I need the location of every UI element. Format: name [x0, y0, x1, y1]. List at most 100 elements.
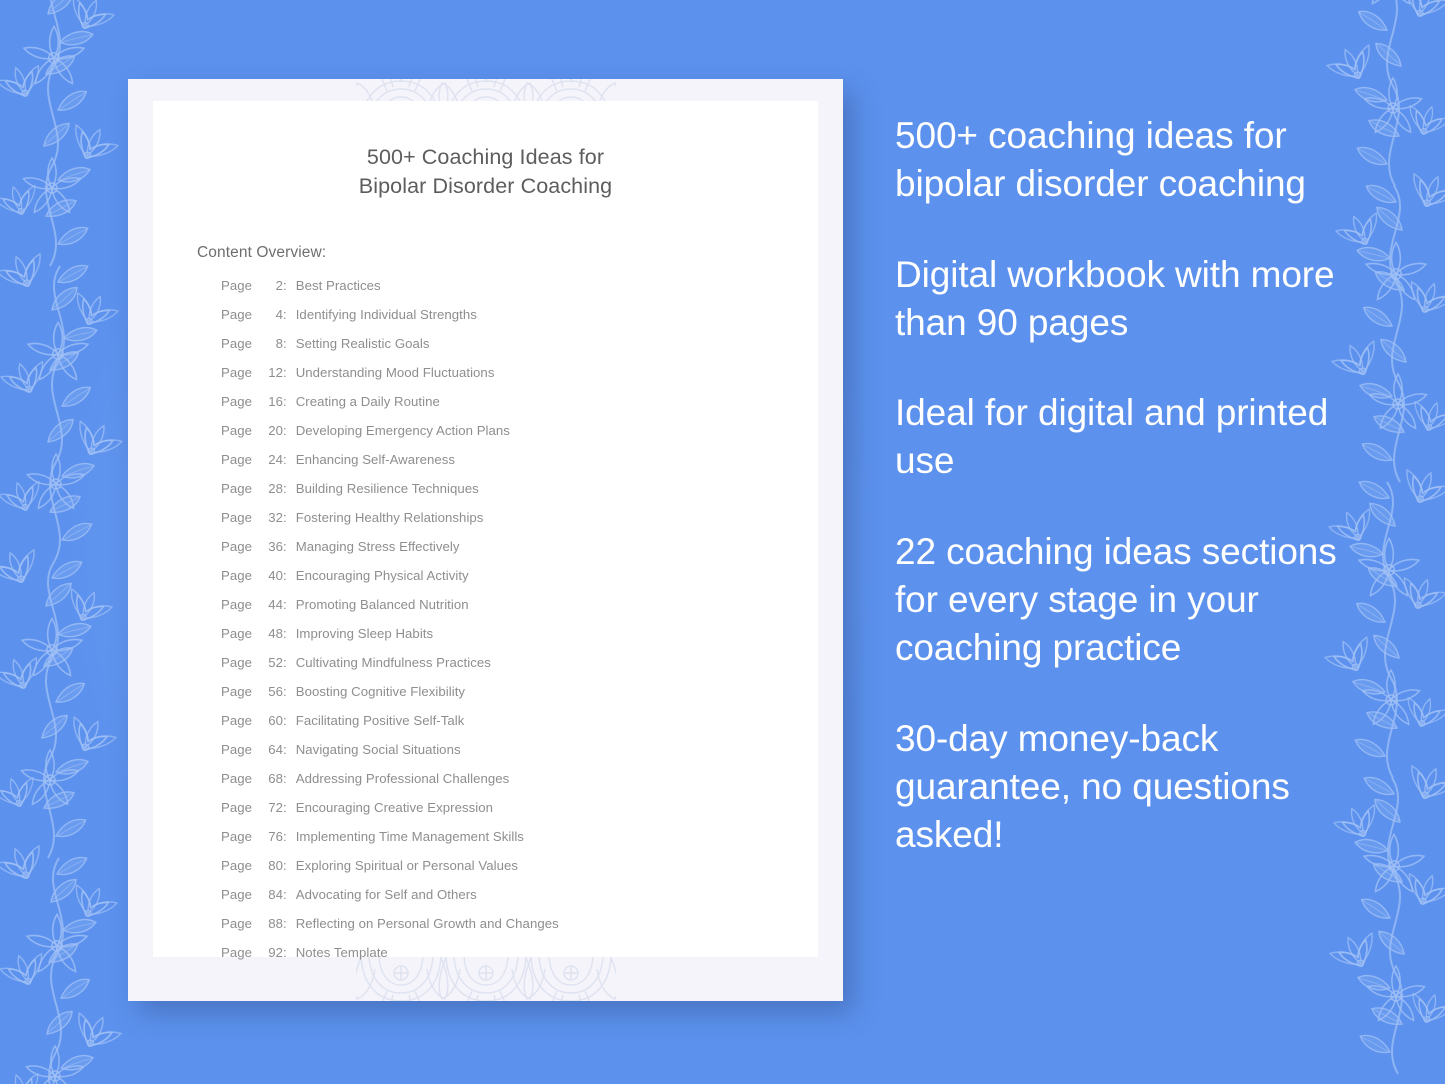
toc-entry: Page 60: Facilitating Positive Self-Talk — [153, 713, 818, 742]
workbook-preview-card: 500+ Coaching Ideas for Bipolar Disorder… — [128, 79, 843, 1001]
toc-entry: Page 20: Developing Emergency Action Plans — [153, 423, 818, 452]
toc-entry: Page 56: Boosting Cognitive Flexibility — [153, 684, 818, 713]
toc-page-number: 28 — [268, 481, 283, 497]
toc-entry-title: Notes Template — [295, 945, 388, 961]
toc-entry: Page 48: Improving Sleep Habits — [153, 626, 818, 655]
toc-separator: : — [283, 365, 287, 381]
toc-entry-title: Fostering Healthy Relationships — [295, 510, 484, 526]
toc-entry-title: Promoting Balanced Nutrition — [295, 597, 469, 613]
toc-entry-title: Identifying Individual Strengths — [295, 307, 477, 323]
marketing-bullet: Ideal for digital and printed use — [895, 392, 1329, 482]
toc-entry-title: Implementing Time Management Skills — [295, 829, 524, 845]
content-overview-label: Content Overview: — [197, 244, 327, 262]
toc-page-word: Page — [221, 858, 252, 874]
toc-entry-title: Understanding Mood Fluctuations — [295, 365, 495, 381]
toc-separator: : — [283, 829, 287, 845]
toc-entry-title: Improving Sleep Habits — [295, 626, 434, 642]
toc-entry-title: Exploring Spiritual or Personal Values — [295, 858, 519, 874]
page-title: 500+ Coaching Ideas for Bipolar Disorder… — [153, 101, 818, 201]
toc-page-word: Page — [221, 481, 252, 497]
toc-page-word: Page — [221, 452, 252, 468]
toc-entry-title: Reflecting on Personal Growth and Change… — [295, 916, 559, 932]
toc-page-number: 20 — [268, 423, 283, 439]
toc-separator: : — [283, 510, 287, 526]
toc-page-number: 2 — [275, 278, 283, 294]
toc-entry: Page 68: Addressing Professional Challenge… — [153, 771, 818, 800]
toc-page-word: Page — [221, 887, 252, 903]
toc-page-word: Page — [221, 365, 252, 381]
toc-entry: Page 12: Understanding Mood Fluctuations — [153, 365, 818, 394]
toc-entry: Page 40: Encouraging Physical Activity — [153, 568, 818, 597]
toc-page-word: Page — [221, 742, 252, 758]
toc-page-word: Page — [221, 307, 252, 323]
toc-page-word: Page — [221, 771, 252, 787]
toc-page-word: Page — [221, 510, 252, 526]
workbook-page: 500+ Coaching Ideas for Bipolar Disorder… — [153, 101, 818, 960]
toc-entry: Page 52: Cultivating Mindfulness Practices — [153, 655, 818, 684]
toc-separator: : — [283, 568, 287, 584]
toc-separator: : — [283, 771, 287, 787]
toc-entry-title: Advocating for Self and Others — [295, 887, 477, 903]
toc-entry: Page 16: Creating a Daily Routine — [153, 394, 818, 423]
toc-page-word: Page — [221, 394, 252, 410]
toc-separator: : — [283, 597, 287, 613]
toc-entry-title: Facilitating Positive Self-Talk — [295, 713, 465, 729]
toc-entry: Page 36: Managing Stress Effectively — [153, 539, 818, 568]
toc-entry-title: Building Resilience Techniques — [295, 481, 479, 497]
toc-page-number: 44 — [268, 597, 283, 613]
marketing-bullet: Digital workbook with more than 90 pages — [895, 253, 1335, 343]
toc-separator: : — [283, 394, 287, 410]
toc-entry-title: Managing Stress Effectively — [295, 539, 460, 555]
toc-entry: Page 92: Notes Template — [153, 945, 818, 974]
toc-entry: Page 80: Exploring Spiritual or Personal V… — [153, 858, 818, 887]
toc-entry: Page 64: Navigating Social Situations — [153, 742, 818, 771]
toc-page-number: 64 — [268, 742, 283, 758]
toc-entry: Page 28: Building Resilience Techniques — [153, 481, 818, 510]
toc-page-number: 32 — [268, 510, 283, 526]
toc-separator: : — [283, 713, 287, 729]
toc-page-word: Page — [221, 829, 252, 845]
toc-entry-title: Enhancing Self-Awareness — [295, 452, 456, 468]
toc-separator: : — [283, 626, 287, 642]
toc-page-word: Page — [221, 684, 252, 700]
toc-entry-title: Setting Realistic Goals — [295, 336, 430, 352]
toc-entry-title: Creating a Daily Routine — [295, 394, 440, 410]
toc-page-word: Page — [221, 423, 252, 439]
toc-page-number: 16 — [268, 394, 283, 410]
toc-page-number: 4 — [275, 307, 283, 323]
toc-entry-title: Boosting Cognitive Flexibility — [295, 684, 466, 700]
toc-page-number: 52 — [268, 655, 283, 671]
toc-page-number: 48 — [268, 626, 283, 642]
page-title-line-1: 500+ Coaching Ideas for — [366, 145, 605, 169]
toc-page-word: Page — [221, 278, 252, 294]
toc-entry-title: Cultivating Mindfulness Practices — [295, 655, 491, 671]
marketing-bullet: 22 coaching ideas sections for every sta… — [895, 530, 1337, 669]
toc-page-number: 60 — [268, 713, 283, 729]
toc-entry: Page 72: Encouraging Creative Expression — [153, 800, 818, 829]
toc-separator: : — [283, 916, 287, 932]
toc-separator: : — [283, 452, 287, 468]
toc-entry: Page 44: Promoting Balanced Nutrition — [153, 597, 818, 626]
toc-separator: : — [283, 858, 287, 874]
toc-page-number: 80 — [268, 858, 283, 874]
toc-entry: Page 88: Reflecting on Personal Growth and… — [153, 916, 818, 945]
toc-separator: : — [283, 887, 287, 903]
toc-separator: : — [283, 539, 287, 555]
toc-separator: : — [283, 481, 287, 497]
floral-vine-left-icon — [0, 0, 128, 1084]
toc-separator: : — [283, 278, 287, 294]
page-title-line-2: Bipolar Disorder Coaching — [358, 174, 613, 199]
toc-separator: : — [283, 684, 287, 700]
toc-separator: : — [283, 800, 287, 816]
toc-page-number: 88 — [268, 916, 283, 932]
product-listing-image: 500+ Coaching Ideas for Bipolar Disorder… — [0, 0, 1445, 1084]
toc-page-word: Page — [221, 916, 252, 932]
marketing-bullet: 30-day money-back guarantee, no question… — [895, 717, 1290, 856]
toc-separator: : — [283, 655, 287, 671]
toc-entry: Page 32: Fostering Healthy Relationships — [153, 510, 818, 539]
marketing-bullet: 500+ coaching ideas for bipolar disorder… — [895, 115, 1306, 205]
table-of-contents: Page 2: Best Practices Page 4: Identifying In… — [153, 262, 818, 974]
toc-separator: : — [283, 336, 287, 352]
marketing-bullet-list: 500+ coaching ideas for bipolar disorder… — [895, 112, 1355, 859]
toc-page-word: Page — [221, 568, 252, 584]
